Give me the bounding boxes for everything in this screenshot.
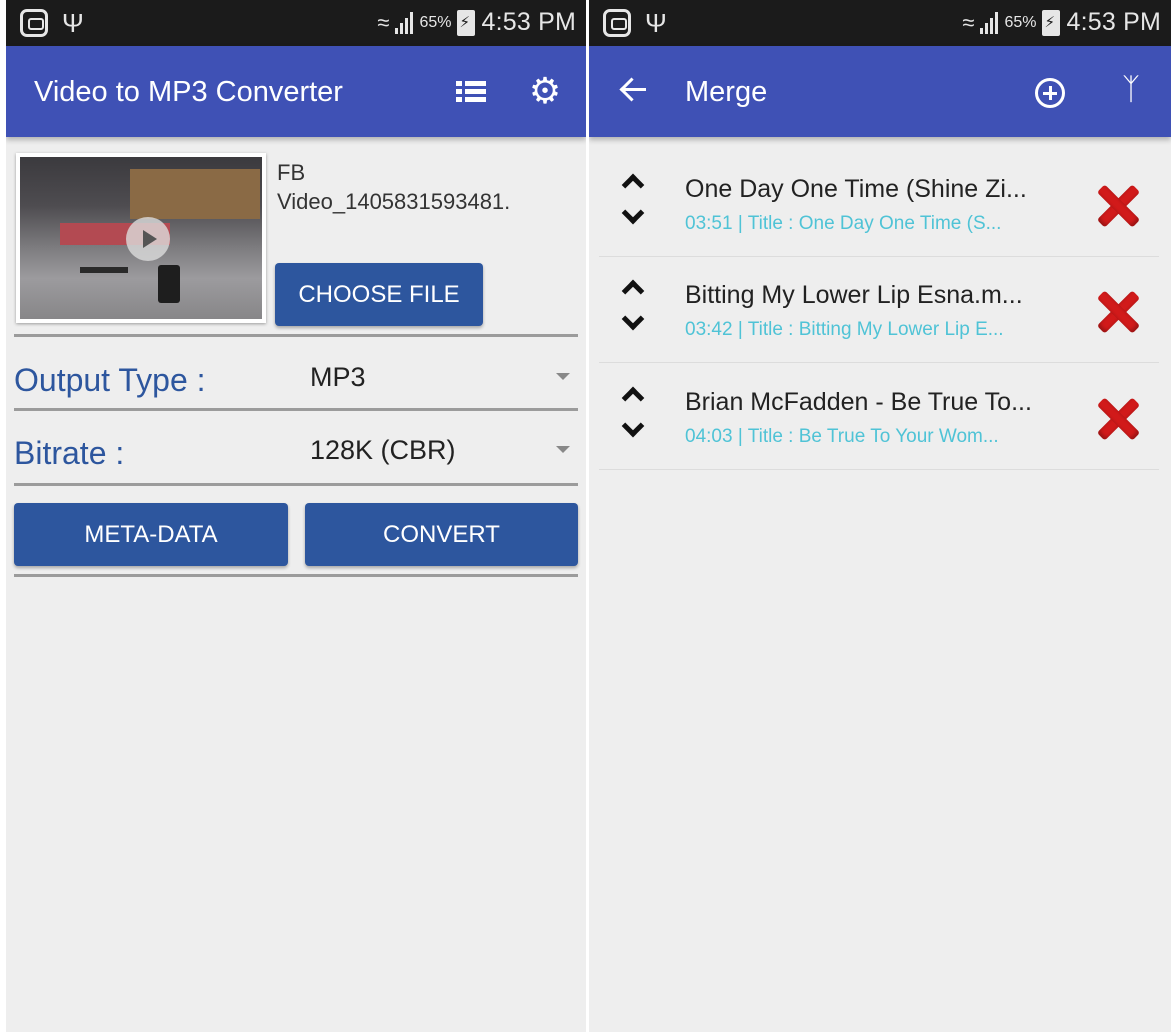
list-item: Bitting My Lower Lip Esna.m... 03:42 | T… xyxy=(599,259,1159,363)
clock: 4:53 PM xyxy=(481,8,576,36)
divider xyxy=(14,334,578,337)
move-up-icon[interactable] xyxy=(621,173,645,197)
merge-icon[interactable]: ᛉ xyxy=(1116,72,1146,108)
usb-icon: Ψ xyxy=(645,8,667,38)
convert-button[interactable]: CONVERT xyxy=(305,503,578,566)
bitrate-select[interactable]: 128K (CBR) xyxy=(310,435,456,466)
track-title: Bitting My Lower Lip Esna.m... xyxy=(685,281,1023,309)
battery-percent: 65% xyxy=(1004,13,1037,31)
play-icon[interactable] xyxy=(126,217,170,261)
battery-icon xyxy=(457,9,476,36)
notification-app-icon xyxy=(603,9,631,37)
meta-data-button[interactable]: META-DATA xyxy=(14,503,288,566)
output-type-label: Output Type : xyxy=(14,362,206,398)
track-title: One Day One Time (Shine Zi... xyxy=(685,175,1027,203)
wifi-icon: ≈ xyxy=(962,9,975,35)
back-arrow-icon[interactable] xyxy=(619,72,651,108)
divider xyxy=(14,483,578,486)
gear-icon[interactable]: ⚙ xyxy=(526,72,564,110)
move-down-icon[interactable] xyxy=(621,414,645,438)
track-subtitle: 04:03 | Title : Be True To Your Wom... xyxy=(685,426,999,447)
status-bar: Ψ ≈ 65% 4:53 PM xyxy=(6,0,586,46)
wifi-icon: ≈ xyxy=(377,9,390,35)
battery-icon xyxy=(1042,9,1061,36)
bitrate-label: Bitrate : xyxy=(14,435,125,471)
track-subtitle: 03:42 | Title : Bitting My Lower Lip E..… xyxy=(685,319,1004,340)
bitrate-dropdown-icon[interactable] xyxy=(556,446,570,453)
divider xyxy=(14,408,578,411)
merge-screen: Ψ ≈ 65% 4:53 PM Merge ᛉ One Day One Time… xyxy=(589,0,1171,1032)
list-icon[interactable] xyxy=(456,78,486,104)
converter-screen: Ψ ≈ 65% 4:53 PM Video to MP3 Converter ⚙ xyxy=(6,0,586,1032)
video-thumbnail[interactable] xyxy=(16,153,266,323)
move-down-icon[interactable] xyxy=(621,307,645,331)
list-item: One Day One Time (Shine Zi... 03:51 | Ti… xyxy=(599,153,1159,257)
remove-icon[interactable] xyxy=(1095,289,1141,335)
battery-percent: 65% xyxy=(419,13,452,31)
app-bar: Merge ᛉ xyxy=(589,46,1171,137)
add-circle-icon[interactable] xyxy=(1035,78,1065,108)
remove-icon[interactable] xyxy=(1095,396,1141,442)
remove-icon[interactable] xyxy=(1095,183,1141,229)
app-bar: Video to MP3 Converter ⚙ xyxy=(6,46,586,137)
usb-icon: Ψ xyxy=(62,8,84,38)
choose-file-button[interactable]: CHOOSE FILE xyxy=(275,263,483,326)
notification-app-icon xyxy=(20,9,48,37)
signal-icon xyxy=(395,11,414,34)
status-bar: Ψ ≈ 65% 4:53 PM xyxy=(589,0,1171,46)
move-up-icon[interactable] xyxy=(621,279,645,303)
file-name: FB Video_1405831593481. xyxy=(277,160,511,214)
output-type-select[interactable]: MP3 xyxy=(310,362,366,393)
track-subtitle: 03:51 | Title : One Day One Time (S... xyxy=(685,213,1002,234)
signal-icon xyxy=(980,11,999,34)
list-item: Brian McFadden - Be True To... 04:03 | T… xyxy=(599,366,1159,470)
page-title: Merge xyxy=(685,76,768,108)
output-type-dropdown-icon[interactable] xyxy=(556,373,570,380)
track-title: Brian McFadden - Be True To... xyxy=(685,388,1032,416)
clock: 4:53 PM xyxy=(1066,8,1161,36)
divider xyxy=(14,574,578,577)
move-up-icon[interactable] xyxy=(621,386,645,410)
app-title: Video to MP3 Converter xyxy=(34,76,343,108)
move-down-icon[interactable] xyxy=(621,201,645,225)
